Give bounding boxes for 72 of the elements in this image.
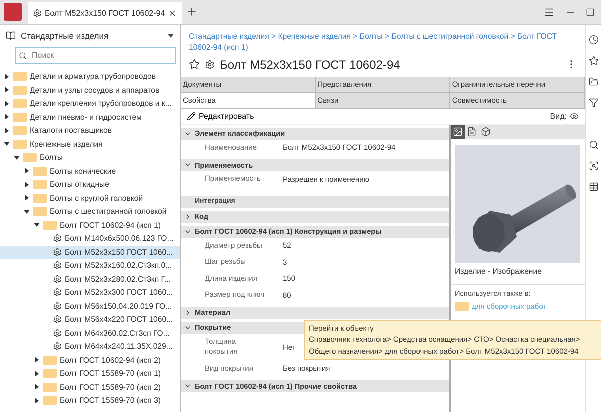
collapse-arrow-icon[interactable] [24, 208, 30, 215]
star-icon[interactable] [588, 56, 598, 66]
folder-icon [455, 302, 469, 311]
expand-arrow-icon[interactable] [4, 114, 10, 120]
folder-icon [13, 86, 27, 95]
collapse-arrow-icon[interactable] [4, 141, 10, 148]
folder-icon[interactable] [588, 77, 598, 87]
edit-button[interactable]: Редактировать [187, 112, 254, 121]
star-icon[interactable] [189, 59, 200, 70]
gear-icon [53, 248, 62, 257]
expand-arrow-icon[interactable] [24, 195, 30, 202]
search-icon [19, 52, 27, 60]
expand-arrow-icon[interactable] [34, 370, 40, 377]
clock-icon[interactable] [588, 35, 598, 45]
gear-icon [205, 60, 215, 70]
collapse-arrow-icon[interactable] [14, 154, 20, 161]
search-icon[interactable] [588, 140, 598, 150]
chevron-right-icon [184, 212, 192, 221]
model-view-button[interactable] [479, 124, 493, 139]
expand-arrow-icon[interactable] [34, 384, 40, 390]
gear-icon [53, 328, 62, 338]
gear-icon [33, 8, 42, 18]
view-label: Вид: [550, 112, 567, 121]
gear-icon [53, 234, 62, 244]
close-icon[interactable] [168, 8, 178, 18]
folder-icon [33, 207, 47, 216]
maximize-icon[interactable] [586, 8, 595, 16]
tab-title: Болт М52х3х150 ГОСТ 10602-94 [45, 8, 166, 18]
collapse-arrow-icon[interactable] [34, 222, 40, 228]
library-title[interactable]: Стандартные изделия [21, 31, 163, 41]
folder-icon [43, 396, 57, 406]
gear-icon [53, 315, 62, 324]
folder-icon [13, 99, 27, 108]
gear-icon [53, 274, 62, 284]
expand-arrow-icon[interactable] [4, 100, 10, 107]
add-tab-icon[interactable] [186, 6, 198, 18]
scan-search-icon[interactable] [588, 161, 598, 171]
expand-arrow-icon[interactable] [34, 357, 40, 364]
gear-icon [53, 288, 62, 298]
folder-icon [43, 382, 57, 392]
expand-arrow-icon[interactable] [4, 128, 10, 134]
eye-icon[interactable] [570, 112, 579, 121]
folder-icon [43, 356, 57, 365]
folder-icon [13, 72, 27, 82]
folder-icon [43, 369, 57, 378]
folder-icon [33, 194, 47, 203]
gear-icon [53, 342, 62, 352]
folder-icon [23, 153, 37, 162]
expand-arrow-icon[interactable] [24, 168, 30, 174]
expand-arrow-icon[interactable] [4, 74, 10, 80]
chevron-right-icon [184, 308, 192, 317]
menu-icon[interactable] [544, 6, 555, 18]
item-title: Болт М52х3х150 ГОСТ 10602-94 [220, 58, 402, 72]
pencil-icon [187, 112, 196, 121]
folder-icon [13, 126, 27, 136]
folder-icon [43, 220, 57, 230]
expand-arrow-icon[interactable] [4, 87, 10, 94]
expand-arrow-icon[interactable] [24, 182, 30, 188]
book-icon [6, 31, 16, 41]
table-icon[interactable] [588, 182, 598, 192]
document-tab[interactable]: Болт М52х3х150 ГОСТ 10602-94 [28, 2, 182, 24]
folder-icon [33, 166, 47, 176]
expand-arrow-icon[interactable] [34, 398, 40, 404]
folder-icon [33, 180, 47, 190]
gear-icon [53, 302, 62, 311]
dropdown-arrow-icon[interactable] [168, 34, 174, 38]
search-box[interactable]: Поиск [15, 47, 176, 64]
folder-icon [13, 112, 27, 122]
filter-icon[interactable] [588, 98, 598, 108]
gear-icon [53, 261, 62, 270]
folder-icon [13, 140, 27, 149]
image-view-button[interactable] [451, 124, 465, 139]
